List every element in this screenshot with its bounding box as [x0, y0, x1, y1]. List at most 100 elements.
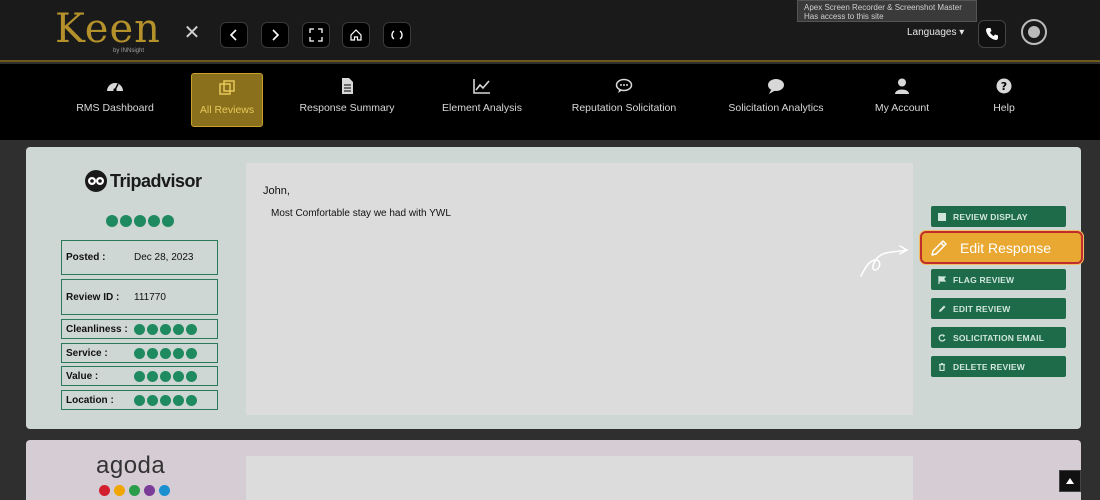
close-icon[interactable]: ✕ [182, 22, 202, 42]
review-id-box: Review ID : 111770 [61, 279, 218, 315]
review-text: Most Comfortable stay we had with YWL [271, 208, 451, 219]
review-source: Tripadvisor [110, 170, 202, 191]
home-button[interactable] [342, 22, 370, 48]
tripadvisor-owl-icon [85, 170, 107, 192]
top-bar: Keen by INNsight ✕ Apex Screen Recorder … [0, 0, 1100, 62]
review-display-button[interactable]: REVIEW DISPLAY [931, 206, 1066, 227]
review-source: agoda [96, 452, 166, 479]
keen-logo[interactable]: Keen by INNsight [55, 6, 160, 58]
nav-element-analysis[interactable]: Element Analysis [440, 78, 524, 114]
rating-dot [134, 215, 146, 227]
extension-status: Has access to this site [804, 12, 884, 21]
posted-label: Posted : [66, 252, 106, 263]
nav-all-reviews[interactable]: All Reviews [191, 73, 263, 127]
delete-review-button[interactable]: DELETE REVIEW [931, 356, 1066, 377]
svg-text:?: ? [1001, 80, 1007, 93]
rating-dot [162, 215, 174, 227]
nav-rms-dashboard[interactable]: RMS Dashboard [75, 78, 155, 114]
rating-dot [106, 215, 118, 227]
nav-my-account[interactable]: My Account [870, 78, 934, 114]
posted-value: Dec 28, 2023 [134, 252, 194, 263]
button-label: REVIEW DISPLAY [953, 211, 1028, 222]
chevron-right-icon [272, 29, 280, 41]
button-label: SOLICITATION EMAIL [953, 332, 1045, 343]
refresh-button[interactable] [383, 22, 411, 48]
nav-label: Response Summary [299, 102, 395, 114]
user-icon [895, 78, 909, 94]
tripadvisor-logo: Tripadvisor [85, 170, 202, 192]
nav-reputation-solicitation[interactable]: Reputation Solicitation [566, 78, 682, 114]
flag-review-button[interactable]: FLAG REVIEW [931, 269, 1066, 290]
rating-dot [120, 215, 132, 227]
posted-box: Posted : Dec 28, 2023 [61, 240, 218, 275]
extension-title: Apex Screen Recorder & Screenshot Master [804, 3, 962, 12]
category-rating [134, 394, 197, 406]
forward-button[interactable] [261, 22, 289, 48]
question-icon: ? [996, 78, 1012, 94]
trash-icon [939, 362, 945, 371]
category-service: Service : [61, 343, 218, 363]
nav-solicitation-analytics[interactable]: Solicitation Analytics [724, 78, 828, 114]
chat-bubble-icon [615, 78, 633, 93]
solicitation-email-button[interactable]: SOLICITATION EMAIL [931, 327, 1066, 348]
category-cleanliness: Cleanliness : [61, 319, 218, 339]
nav-response-summary[interactable]: Response Summary [298, 78, 396, 114]
category-rating [134, 370, 197, 382]
button-label: FLAG REVIEW [953, 274, 1015, 285]
nav-label: Element Analysis [442, 102, 522, 114]
review-id-value: 111770 [134, 291, 166, 303]
extension-popup: Apex Screen Recorder & Screenshot Master… [797, 0, 977, 22]
account-circle-icon[interactable] [1021, 19, 1047, 45]
refresh-icon [391, 30, 403, 40]
fullscreen-button[interactable] [302, 22, 330, 48]
chevron-left-icon [229, 29, 237, 41]
line-chart-icon [473, 79, 490, 94]
button-label: DELETE REVIEW [953, 361, 1026, 372]
review-id-label: Review ID : [66, 291, 120, 303]
category-rating [134, 347, 197, 359]
pencil-icon [931, 239, 947, 256]
main-nav: RMS Dashboard All Reviews Response Summa… [0, 64, 1100, 140]
brand-sub: by INNsight [113, 48, 145, 54]
expand-icon [309, 28, 323, 42]
category-rating [134, 323, 197, 335]
nav-label: Reputation Solicitation [571, 102, 677, 114]
pencil-icon [939, 305, 946, 312]
flag-icon [938, 275, 946, 284]
refresh-icon [938, 333, 946, 342]
review-content-panel [246, 163, 913, 415]
document-icon [342, 78, 353, 94]
agoda-logo-dots [99, 485, 170, 496]
edit-review-button[interactable]: EDIT REVIEW [931, 298, 1066, 319]
phone-icon [986, 28, 998, 40]
back-button[interactable] [220, 22, 248, 48]
category-label: Value : [66, 370, 99, 382]
comment-icon [768, 79, 784, 94]
nav-label: RMS Dashboard [76, 102, 154, 114]
category-label: Cleanliness : [66, 323, 128, 335]
button-label: EDIT REVIEW [953, 303, 1011, 314]
languages-dropdown[interactable]: Languages ▾ [907, 27, 964, 38]
nav-label: Solicitation Analytics [728, 102, 824, 114]
home-icon [350, 29, 362, 41]
scroll-to-top-button[interactable] [1059, 470, 1081, 492]
nav-label: Help [993, 102, 1015, 114]
reviews-icon [219, 80, 235, 95]
edit-response-button[interactable]: Edit Response [920, 231, 1083, 264]
brand-name: Keen [55, 6, 161, 52]
pointer-arrow-icon [860, 245, 909, 277]
rating-dot [148, 215, 160, 227]
button-label: Edit Response [960, 239, 1052, 256]
nav-help[interactable]: ? Help [986, 78, 1022, 114]
category-label: Location : [66, 394, 114, 406]
nav-label: My Account [874, 102, 930, 114]
caret-up-icon [1066, 478, 1074, 484]
category-value: Value : [61, 366, 218, 386]
category-label: Service : [66, 347, 108, 359]
category-location: Location : [61, 390, 218, 410]
square-icon [938, 212, 946, 221]
overall-rating [106, 215, 174, 227]
nav-label: All Reviews [199, 104, 255, 116]
phone-button[interactable] [978, 20, 1006, 48]
review-content-panel [246, 456, 913, 500]
